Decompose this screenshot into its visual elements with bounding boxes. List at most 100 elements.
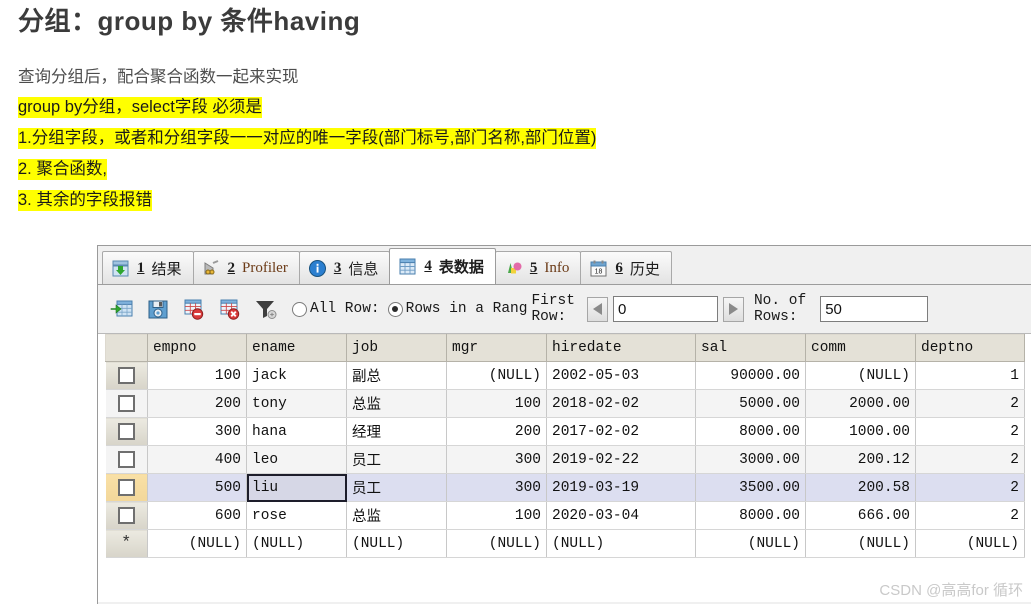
col-header-sal[interactable]: sal: [695, 334, 806, 362]
new-cell-job[interactable]: (NULL): [346, 529, 447, 558]
row-checkbox[interactable]: [117, 366, 135, 384]
cell-ename-active[interactable]: liu: [246, 473, 347, 502]
cell-ename[interactable]: rose: [246, 501, 347, 530]
radio-rows-in-range[interactable]: Rows in a Rang: [387, 301, 527, 317]
cell-comm[interactable]: (NULL): [805, 361, 916, 390]
row-checkbox[interactable]: [117, 506, 135, 524]
row-checkbox[interactable]: [117, 478, 135, 496]
cell-sal[interactable]: 5000.00: [695, 389, 806, 418]
new-row-marker-cell[interactable]: *: [105, 529, 148, 558]
tab-info-message[interactable]: 3 信息: [298, 251, 391, 284]
row-checkbox[interactable]: [117, 450, 135, 468]
cell-job[interactable]: 总监: [346, 501, 447, 530]
row-selector-header[interactable]: [105, 334, 148, 362]
cell-comm[interactable]: 2000.00: [805, 389, 916, 418]
cell-job[interactable]: 副总: [346, 361, 447, 390]
delete-record-button[interactable]: [178, 294, 210, 324]
new-cell-empno[interactable]: (NULL): [147, 529, 247, 558]
cell-comm[interactable]: 666.00: [805, 501, 916, 530]
cell-ename[interactable]: jack: [246, 361, 347, 390]
cell-hiredate[interactable]: 2019-02-22: [546, 445, 696, 474]
cell-deptno[interactable]: 2: [915, 501, 1025, 530]
cell-ename[interactable]: tony: [246, 389, 347, 418]
cell-job[interactable]: 员工: [346, 445, 447, 474]
cell-empno[interactable]: 200: [147, 389, 247, 418]
add-record-button[interactable]: [106, 294, 138, 324]
table-row[interactable]: 100 jack 副总 (NULL) 2002-05-03 90000.00 (…: [105, 361, 1025, 390]
col-header-mgr[interactable]: mgr: [446, 334, 547, 362]
cell-ename[interactable]: hana: [246, 417, 347, 446]
tab-table-data[interactable]: 4 表数据: [389, 248, 496, 284]
cell-sal[interactable]: 8000.00: [695, 417, 806, 446]
cell-hiredate[interactable]: 2019-03-19: [546, 473, 696, 502]
cell-hiredate[interactable]: 2017-02-02: [546, 417, 696, 446]
table-row[interactable]: 600 rose 总监 100 2020-03-04 8000.00 666.0…: [105, 501, 1025, 530]
cell-job[interactable]: 总监: [346, 389, 447, 418]
new-cell-ename[interactable]: (NULL): [246, 529, 347, 558]
cell-deptno[interactable]: 2: [915, 417, 1025, 446]
row-selector-cell[interactable]: [105, 389, 148, 418]
first-row-input[interactable]: [612, 296, 718, 322]
tab-profiler[interactable]: 2 Profiler: [192, 251, 300, 284]
prev-page-button[interactable]: [586, 296, 608, 322]
save-record-button[interactable]: [142, 294, 174, 324]
row-selector-cell[interactable]: [105, 473, 148, 502]
new-cell-mgr[interactable]: (NULL): [446, 529, 547, 558]
cell-deptno[interactable]: 2: [915, 473, 1025, 502]
cell-ename[interactable]: leo: [246, 445, 347, 474]
cell-sal[interactable]: 90000.00: [695, 361, 806, 390]
cell-job[interactable]: 经理: [346, 417, 447, 446]
cell-mgr[interactable]: 200: [446, 417, 547, 446]
table-row[interactable]: 200 tony 总监 100 2018-02-02 5000.00 2000.…: [105, 389, 1025, 418]
col-header-hiredate[interactable]: hiredate: [546, 334, 696, 362]
cell-deptno[interactable]: 2: [915, 389, 1025, 418]
new-cell-hiredate[interactable]: (NULL): [546, 529, 696, 558]
cell-hiredate[interactable]: 2020-03-04: [546, 501, 696, 530]
cell-sal[interactable]: 3500.00: [695, 473, 806, 502]
col-header-deptno[interactable]: deptno: [915, 334, 1025, 362]
no-of-rows-input[interactable]: [820, 296, 929, 322]
next-page-button[interactable]: [722, 296, 744, 322]
row-selector-cell[interactable]: [105, 417, 148, 446]
row-selector-cell[interactable]: [105, 361, 148, 390]
row-selector-cell[interactable]: [105, 445, 148, 474]
new-row-placeholder[interactable]: * (NULL) (NULL) (NULL) (NULL) (NULL) (NU…: [105, 529, 1025, 558]
tab-history[interactable]: 18 6 历史: [580, 251, 672, 284]
cell-deptno[interactable]: 1: [915, 361, 1025, 390]
cancel-record-button[interactable]: [214, 294, 246, 324]
cell-hiredate[interactable]: 2018-02-02: [546, 389, 696, 418]
row-checkbox[interactable]: [117, 394, 135, 412]
cell-job[interactable]: 员工: [346, 473, 447, 502]
cell-sal[interactable]: 8000.00: [695, 501, 806, 530]
cell-hiredate[interactable]: 2002-05-03: [546, 361, 696, 390]
col-header-comm[interactable]: comm: [805, 334, 916, 362]
col-header-empno[interactable]: empno: [147, 334, 247, 362]
radio-all-row[interactable]: All Row:: [292, 301, 380, 317]
filter-button[interactable]: [250, 294, 282, 324]
tab-info[interactable]: 5 Info: [494, 251, 582, 284]
row-selector-cell[interactable]: [105, 501, 148, 530]
table-row-selected[interactable]: 500 liu 员工 300 2019-03-19 3500.00 200.58…: [105, 473, 1025, 502]
radio-all-row-circle[interactable]: [292, 301, 307, 317]
cell-empno[interactable]: 500: [147, 473, 247, 502]
new-cell-comm[interactable]: (NULL): [805, 529, 916, 558]
row-checkbox[interactable]: [117, 422, 135, 440]
cell-mgr[interactable]: 100: [446, 389, 547, 418]
cell-sal[interactable]: 3000.00: [695, 445, 806, 474]
cell-empno[interactable]: 300: [147, 417, 247, 446]
cell-comm[interactable]: 200.58: [805, 473, 916, 502]
cell-mgr[interactable]: 300: [446, 445, 547, 474]
cell-comm[interactable]: 1000.00: [805, 417, 916, 446]
table-row[interactable]: 300 hana 经理 200 2017-02-02 8000.00 1000.…: [105, 417, 1025, 446]
cell-empno[interactable]: 400: [147, 445, 247, 474]
cell-deptno[interactable]: 2: [915, 445, 1025, 474]
cell-mgr[interactable]: 100: [446, 501, 547, 530]
cell-mgr[interactable]: (NULL): [446, 361, 547, 390]
table-row[interactable]: 400 leo 员工 300 2019-02-22 3000.00 200.12…: [105, 445, 1025, 474]
col-header-ename[interactable]: ename: [246, 334, 347, 362]
cell-mgr[interactable]: 300: [446, 473, 547, 502]
cell-empno[interactable]: 600: [147, 501, 247, 530]
cell-comm[interactable]: 200.12: [805, 445, 916, 474]
tab-results[interactable]: 1 结果: [102, 251, 194, 284]
col-header-job[interactable]: job: [346, 334, 447, 362]
